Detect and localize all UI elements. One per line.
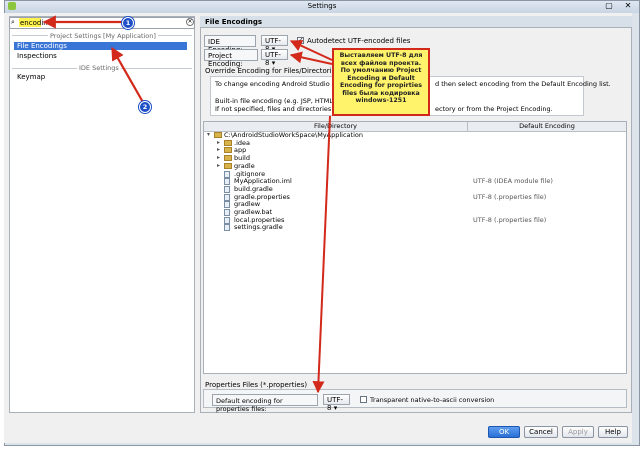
annotation-arrows	[42, 15, 333, 394]
arrow-2	[111, 46, 145, 105]
step-badge-1: 1	[122, 17, 134, 29]
step-badge-2: 2	[139, 101, 151, 113]
annotation-note: Выставляем UTF-8 для всех файлов проекта…	[332, 48, 430, 116]
arrow-note-props	[312, 115, 331, 394]
